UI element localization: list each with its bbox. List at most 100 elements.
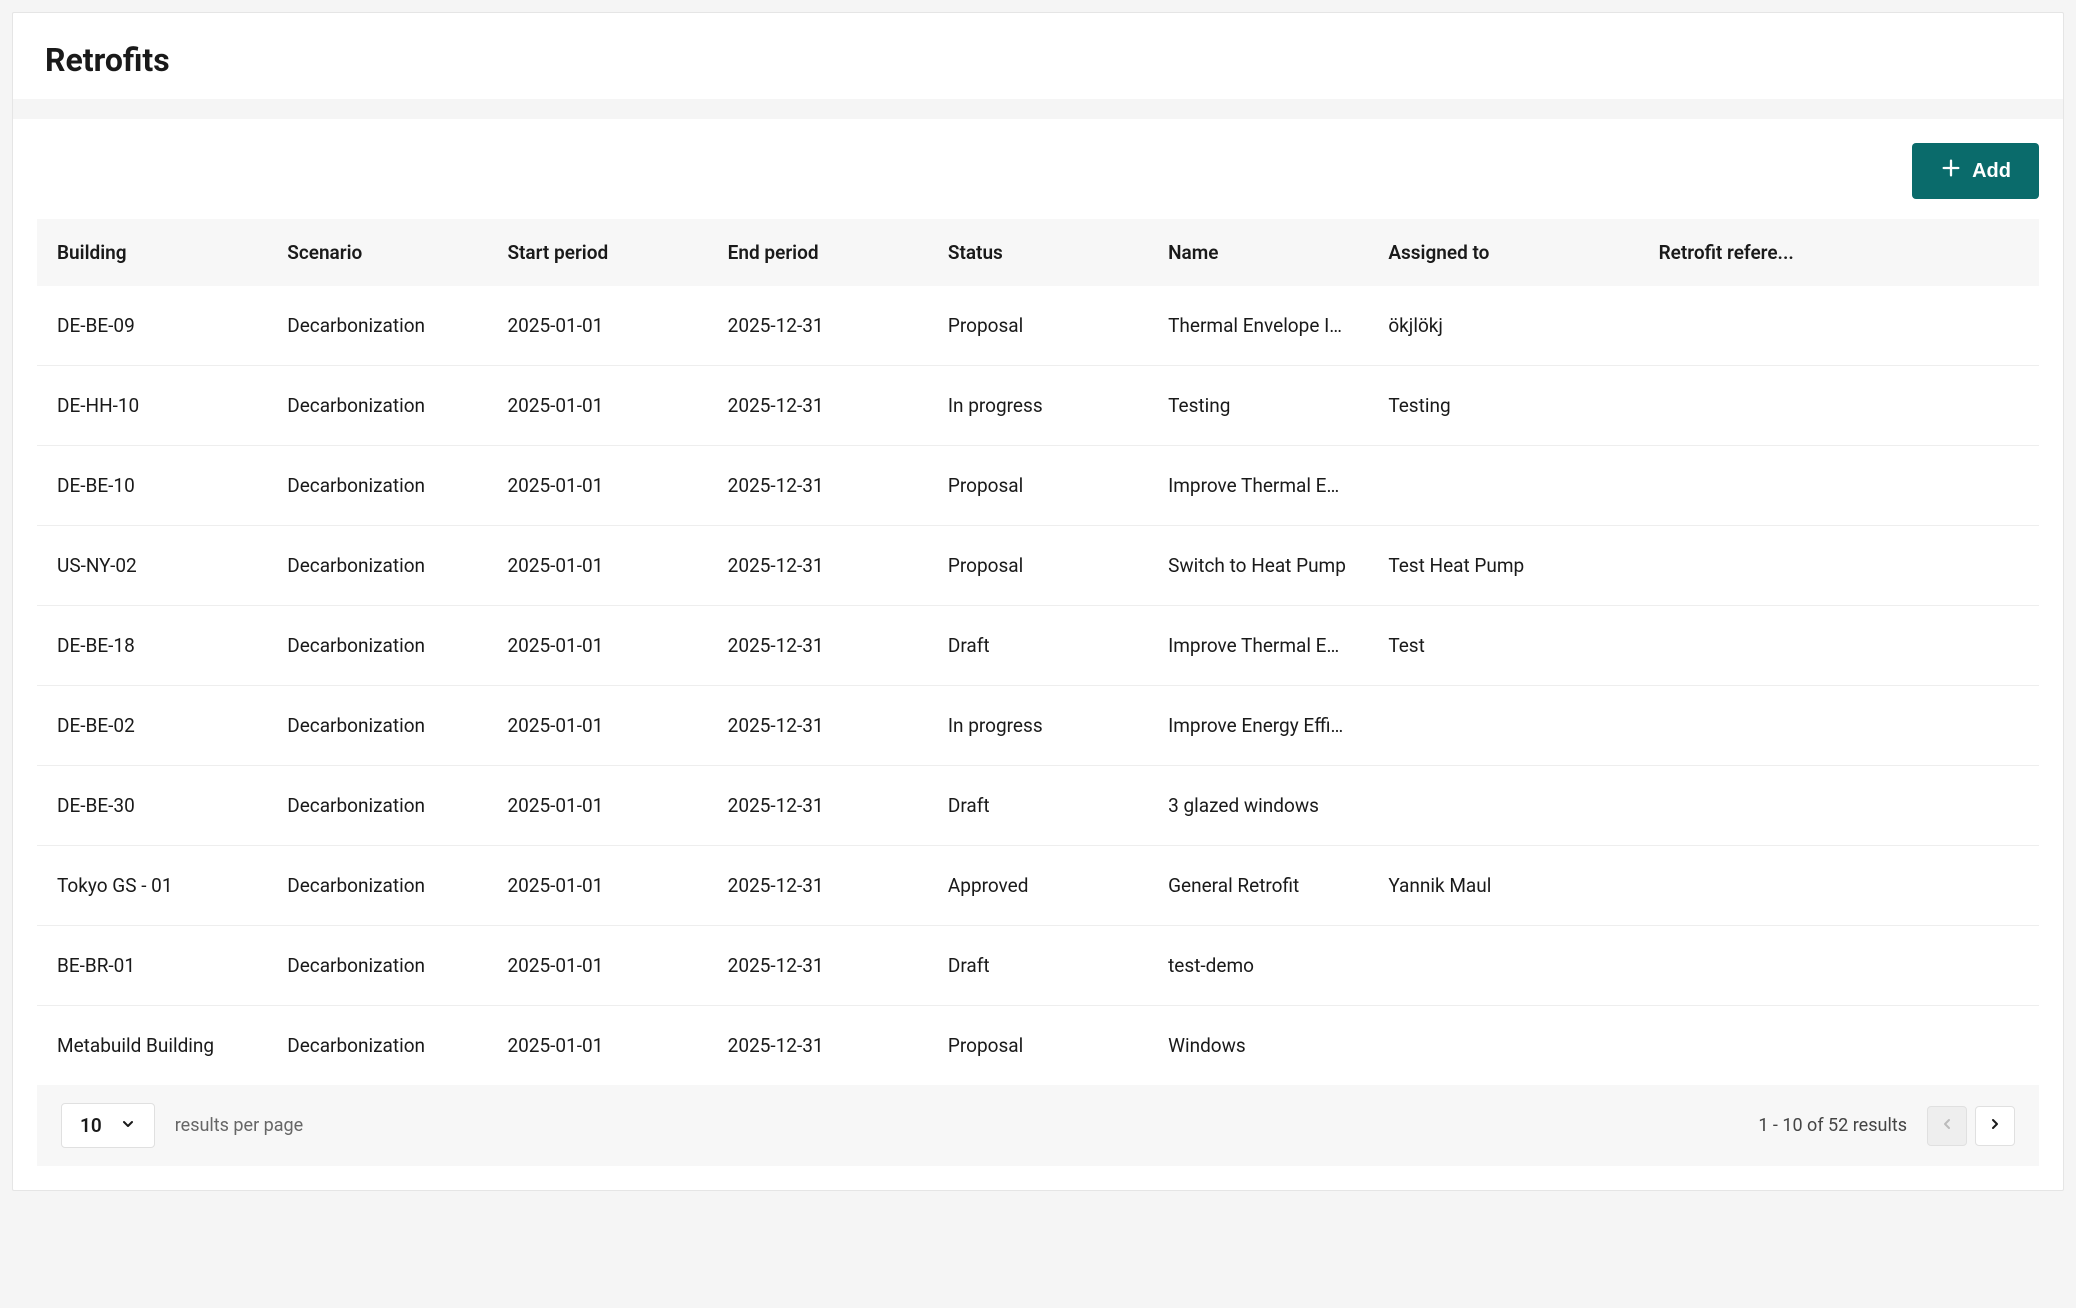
results-count: 1 - 10 of 52 results bbox=[1758, 1115, 1907, 1136]
cell-start_period: 2025-01-01 bbox=[487, 286, 707, 366]
add-button-label: Add bbox=[1972, 160, 2011, 183]
chevron-right-icon bbox=[1987, 1116, 2003, 1136]
cell-building: DE-BE-09 bbox=[37, 286, 267, 366]
cell-end_period: 2025-12-31 bbox=[708, 926, 928, 1006]
table-footer: 10 results per page 1 - 10 of 52 results bbox=[37, 1085, 2039, 1166]
cell-assigned_to: Test Heat Pump bbox=[1368, 526, 1638, 606]
cell-retrofit_reference bbox=[1639, 926, 2039, 1006]
footer-right: 1 - 10 of 52 results bbox=[1758, 1106, 2015, 1146]
content-section: Add Building Scenario Start period End p… bbox=[13, 119, 2063, 1166]
chevron-left-icon bbox=[1939, 1116, 1955, 1136]
cell-assigned_to bbox=[1368, 766, 1638, 846]
cell-building: DE-HH-10 bbox=[37, 366, 267, 446]
cell-retrofit_reference bbox=[1639, 1006, 2039, 1086]
table-row[interactable]: DE-BE-18Decarbonization2025-01-012025-12… bbox=[37, 606, 2039, 686]
header-name[interactable]: Name bbox=[1148, 219, 1368, 286]
cell-end_period: 2025-12-31 bbox=[708, 446, 928, 526]
cell-status: In progress bbox=[928, 366, 1148, 446]
table-row[interactable]: Metabuild BuildingDecarbonization2025-01… bbox=[37, 1006, 2039, 1086]
cell-start_period: 2025-01-01 bbox=[487, 686, 707, 766]
cell-scenario: Decarbonization bbox=[267, 766, 487, 846]
cell-start_period: 2025-01-01 bbox=[487, 526, 707, 606]
cell-retrofit_reference bbox=[1639, 366, 2039, 446]
table-header-row: Building Scenario Start period End perio… bbox=[37, 219, 2039, 286]
cell-start_period: 2025-01-01 bbox=[487, 926, 707, 1006]
cell-scenario: Decarbonization bbox=[267, 366, 487, 446]
cell-name: Switch to Heat Pump bbox=[1148, 526, 1368, 606]
table-row[interactable]: DE-BE-30Decarbonization2025-01-012025-12… bbox=[37, 766, 2039, 846]
cell-status: In progress bbox=[928, 686, 1148, 766]
cell-status: Proposal bbox=[928, 286, 1148, 366]
cell-building: DE-BE-18 bbox=[37, 606, 267, 686]
cell-assigned_to: Yannik Maul bbox=[1368, 846, 1638, 926]
cell-end_period: 2025-12-31 bbox=[708, 286, 928, 366]
cell-name: Improve Energy Efficie bbox=[1148, 686, 1368, 766]
cell-end_period: 2025-12-31 bbox=[708, 526, 928, 606]
toolbar: Add bbox=[13, 143, 2063, 219]
cell-status: Proposal bbox=[928, 446, 1148, 526]
cell-building: Metabuild Building bbox=[37, 1006, 267, 1086]
table-row[interactable]: BE-BR-01Decarbonization2025-01-012025-12… bbox=[37, 926, 2039, 1006]
cell-assigned_to bbox=[1368, 926, 1638, 1006]
cell-name: Windows bbox=[1148, 1006, 1368, 1086]
header-assigned-to[interactable]: Assigned to bbox=[1368, 219, 1638, 286]
header-scenario[interactable]: Scenario bbox=[267, 219, 487, 286]
table-row[interactable]: DE-BE-09Decarbonization2025-01-012025-12… bbox=[37, 286, 2039, 366]
header-retrofit-reference[interactable]: Retrofit refere... bbox=[1639, 219, 2039, 286]
table-row[interactable]: DE-BE-10Decarbonization2025-01-012025-12… bbox=[37, 446, 2039, 526]
cell-scenario: Decarbonization bbox=[267, 846, 487, 926]
cell-start_period: 2025-01-01 bbox=[487, 366, 707, 446]
cell-building: Tokyo GS - 01 bbox=[37, 846, 267, 926]
cell-status: Draft bbox=[928, 766, 1148, 846]
pager bbox=[1927, 1106, 2015, 1146]
cell-end_period: 2025-12-31 bbox=[708, 606, 928, 686]
cell-retrofit_reference bbox=[1639, 606, 2039, 686]
chevron-down-icon bbox=[120, 1114, 136, 1137]
cell-end_period: 2025-12-31 bbox=[708, 766, 928, 846]
cell-end_period: 2025-12-31 bbox=[708, 846, 928, 926]
header-end-period[interactable]: End period bbox=[708, 219, 928, 286]
header-building[interactable]: Building bbox=[37, 219, 267, 286]
cell-end_period: 2025-12-31 bbox=[708, 1006, 928, 1086]
cell-building: BE-BR-01 bbox=[37, 926, 267, 1006]
add-button[interactable]: Add bbox=[1912, 143, 2039, 199]
per-page-label: results per page bbox=[175, 1115, 303, 1136]
cell-retrofit_reference bbox=[1639, 766, 2039, 846]
page-size-select[interactable]: 10 bbox=[61, 1103, 155, 1148]
next-page-button[interactable] bbox=[1975, 1106, 2015, 1146]
cell-name: Testing bbox=[1148, 366, 1368, 446]
cell-status: Draft bbox=[928, 926, 1148, 1006]
table-row[interactable]: US-NY-02Decarbonization2025-01-012025-12… bbox=[37, 526, 2039, 606]
cell-assigned_to: Test bbox=[1368, 606, 1638, 686]
cell-retrofit_reference bbox=[1639, 846, 2039, 926]
table-row[interactable]: DE-BE-02Decarbonization2025-01-012025-12… bbox=[37, 686, 2039, 766]
table-row[interactable]: Tokyo GS - 01Decarbonization2025-01-0120… bbox=[37, 846, 2039, 926]
cell-name: General Retrofit bbox=[1148, 846, 1368, 926]
table-wrapper: Building Scenario Start period End perio… bbox=[13, 219, 2063, 1085]
cell-end_period: 2025-12-31 bbox=[708, 366, 928, 446]
table-row[interactable]: DE-HH-10Decarbonization2025-01-012025-12… bbox=[37, 366, 2039, 446]
cell-start_period: 2025-01-01 bbox=[487, 846, 707, 926]
cell-status: Approved bbox=[928, 846, 1148, 926]
cell-name: Improve Thermal Enve bbox=[1148, 606, 1368, 686]
cell-building: DE-BE-10 bbox=[37, 446, 267, 526]
retrofits-table: Building Scenario Start period End perio… bbox=[37, 219, 2039, 1085]
cell-building: US-NY-02 bbox=[37, 526, 267, 606]
cell-retrofit_reference bbox=[1639, 686, 2039, 766]
header-status[interactable]: Status bbox=[928, 219, 1148, 286]
page-header: Retrofits bbox=[13, 13, 2063, 99]
header-start-period[interactable]: Start period bbox=[487, 219, 707, 286]
cell-scenario: Decarbonization bbox=[267, 1006, 487, 1086]
cell-retrofit_reference bbox=[1639, 526, 2039, 606]
page-container: Retrofits Add Building Scenario bbox=[12, 12, 2064, 1191]
cell-retrofit_reference bbox=[1639, 286, 2039, 366]
cell-scenario: Decarbonization bbox=[267, 926, 487, 1006]
page-title: Retrofits bbox=[45, 41, 2031, 79]
cell-building: DE-BE-30 bbox=[37, 766, 267, 846]
cell-name: Thermal Envelope Imp bbox=[1148, 286, 1368, 366]
prev-page-button bbox=[1927, 1106, 1967, 1146]
cell-name: test-demo bbox=[1148, 926, 1368, 1006]
page-size-value: 10 bbox=[80, 1114, 102, 1137]
cell-assigned_to: Testing bbox=[1368, 366, 1638, 446]
cell-scenario: Decarbonization bbox=[267, 446, 487, 526]
